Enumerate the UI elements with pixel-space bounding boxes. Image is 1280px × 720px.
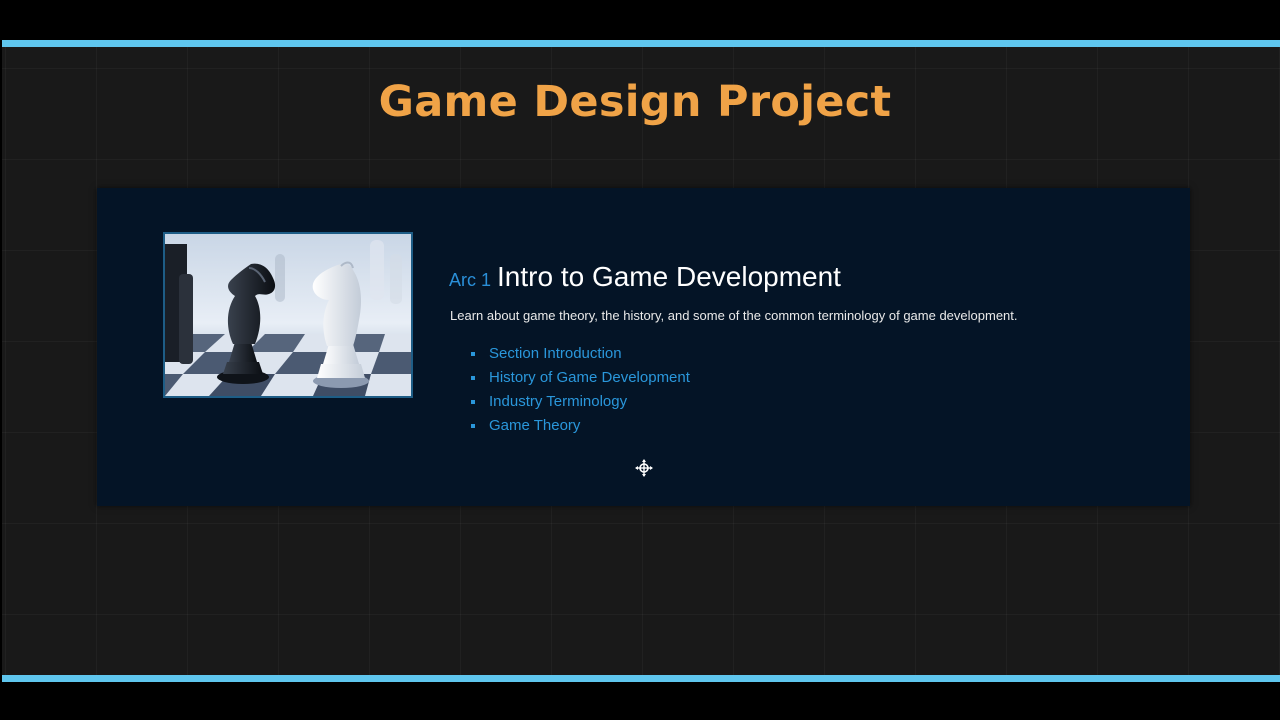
top-accent-bar [2,40,1280,47]
arc-description: Learn about game theory, the history, an… [450,308,1018,323]
lesson-link-game-theory[interactable]: Game Theory [471,414,690,438]
lesson-link-label: Game Theory [489,417,581,434]
chess-knights-photo [165,234,411,396]
arc-thumbnail-image[interactable] [163,232,413,398]
lesson-link-label: Industry Terminology [489,393,628,410]
bullet-icon [471,400,475,404]
bullet-icon [471,352,475,356]
arc-heading: Arc 1 Intro to Game Development [449,261,841,293]
lesson-link-label: Section Introduction [489,345,622,362]
arc-card: Arc 1 Intro to Game Development Learn abo… [97,188,1190,506]
arc-title: Intro to Game Development [497,261,841,292]
page-title: Game Design Project [378,77,892,127]
arc-number-label: Arc 1 [449,270,492,290]
bullet-icon [471,424,475,428]
move-cursor-icon [635,459,653,477]
slide-stage: Game Design Project Arc 1 Intro to Game … [2,47,1280,675]
bottom-accent-bar [2,675,1280,682]
lesson-link-section-introduction[interactable]: Section Introduction [471,342,690,366]
lesson-list: Section Introduction History of Game Dev… [471,342,690,438]
lesson-link-industry-terminology[interactable]: Industry Terminology [471,390,690,414]
screen: Game Design Project Arc 1 Intro to Game … [0,0,1280,720]
bullet-icon [471,376,475,380]
lesson-link-history[interactable]: History of Game Development [471,366,690,390]
lesson-link-label: History of Game Development [489,369,690,386]
